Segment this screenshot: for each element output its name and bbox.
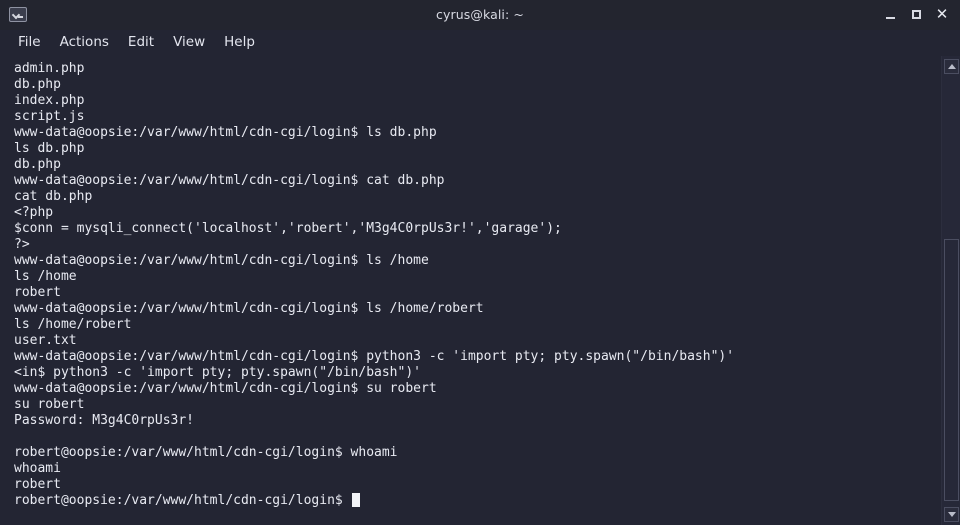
terminal-line: ls /home: [14, 269, 77, 284]
scrollbar-thumb[interactable]: [944, 239, 959, 501]
terminal-line: www-data@oopsie:/var/www/html/cdn-cgi/lo…: [14, 173, 445, 188]
menu-item-help[interactable]: Help: [215, 32, 265, 54]
scroll-up-button[interactable]: [944, 59, 959, 74]
menu-item-actions[interactable]: Actions: [51, 32, 119, 54]
terminal-line: www-data@oopsie:/var/www/html/cdn-cgi/lo…: [14, 125, 437, 140]
title-bar: cyrus@kali: ~ ✕: [0, 0, 960, 30]
maximize-icon: [911, 10, 921, 19]
terminal-prompt: robert@oopsie:/var/www/html/cdn-cgi/logi…: [14, 493, 351, 508]
maximize-button[interactable]: [904, 3, 928, 27]
terminal-line: whoami: [14, 461, 61, 476]
terminal-line: script.js: [14, 109, 85, 124]
terminal-line: db.php: [14, 157, 61, 172]
menu-item-edit[interactable]: Edit: [119, 32, 164, 54]
terminal-line: su robert: [14, 397, 85, 412]
scroll-up-arrow-icon: [947, 64, 956, 69]
terminal-prompt-line: robert@oopsie:/var/www/html/cdn-cgi/logi…: [14, 493, 941, 509]
text-cursor: [351, 493, 360, 507]
terminal-line: user.txt: [14, 333, 77, 348]
menu-item-file[interactable]: File: [9, 32, 51, 54]
terminal-line: ?>: [14, 237, 30, 252]
terminal-line: cat db.php: [14, 189, 93, 204]
terminal-line: www-data@oopsie:/var/www/html/cdn-cgi/lo…: [14, 301, 484, 316]
terminal-line: admin.php: [14, 61, 85, 76]
terminal-line: www-data@oopsie:/var/www/html/cdn-cgi/lo…: [14, 381, 437, 396]
terminal-line: robert: [14, 285, 61, 300]
minimize-icon: [885, 17, 895, 19]
scroll-down-arrow-icon: [947, 512, 956, 517]
terminal-line: <in$ python3 -c 'import pty; pty.spawn("…: [14, 365, 421, 380]
terminal-line: www-data@oopsie:/var/www/html/cdn-cgi/lo…: [14, 349, 735, 364]
menu-item-view[interactable]: View: [164, 32, 215, 54]
terminal-line: db.php: [14, 77, 61, 92]
minimize-button[interactable]: [878, 3, 902, 27]
window-controls: ✕: [878, 0, 954, 29]
scroll-down-button[interactable]: [944, 507, 959, 522]
menu-bar: File Actions Edit View Help: [0, 30, 960, 56]
terminal-line: robert: [14, 477, 61, 492]
terminal-scrollbar[interactable]: [941, 56, 960, 525]
terminal-area: admin.php db.php index.php script.js www-dat…: [0, 56, 960, 525]
terminal-line: ls db.php: [14, 141, 85, 156]
terminal-line: <?php: [14, 205, 54, 220]
terminal-output[interactable]: admin.php db.php index.php script.js www-dat…: [0, 56, 941, 525]
terminal-line: $conn = mysqli_connect('localhost','robe…: [14, 221, 562, 236]
terminal-line: Password: M3g4C0rpUs3r!: [14, 413, 195, 428]
terminal-icon: [9, 7, 27, 22]
terminal-line: index.php: [14, 93, 85, 108]
close-button[interactable]: ✕: [930, 3, 954, 27]
terminal-line: www-data@oopsie:/var/www/html/cdn-cgi/lo…: [14, 253, 429, 268]
terminal-line: ls /home/robert: [14, 317, 132, 332]
terminal-window: cyrus@kali: ~ ✕ File Actions Edit View H…: [0, 0, 960, 525]
terminal-line: robert@oopsie:/var/www/html/cdn-cgi/logi…: [14, 445, 398, 460]
close-icon: ✕: [935, 5, 949, 23]
window-title: cyrus@kali: ~: [436, 7, 524, 22]
